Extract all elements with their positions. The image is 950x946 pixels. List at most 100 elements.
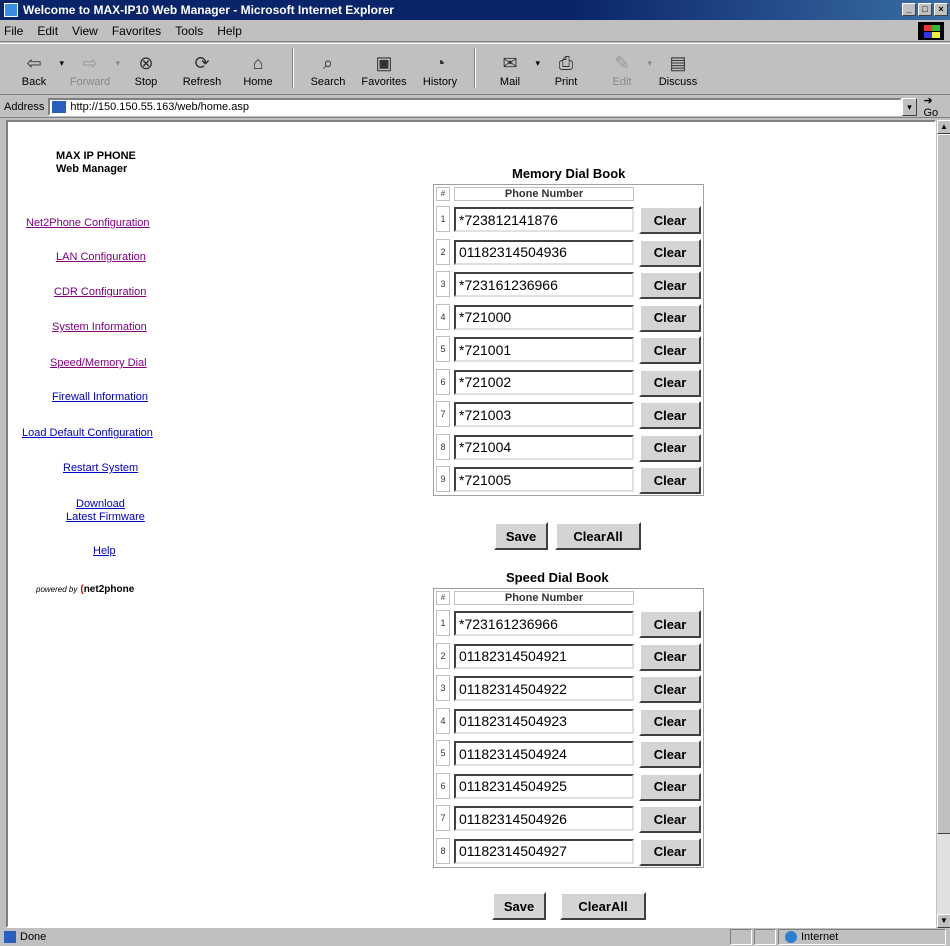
stop-icon: ⊗ [138, 53, 154, 73]
nav-link-net2phone-configuration[interactable]: Net2Phone Configuration [26, 217, 150, 229]
phone-number-input[interactable] [454, 708, 634, 734]
scrollbar-thumb[interactable] [937, 134, 950, 834]
clear-button[interactable]: Clear [639, 336, 701, 364]
clear-button[interactable]: Clear [639, 805, 701, 833]
phone-number-input[interactable] [454, 611, 634, 636]
phone-number-input[interactable] [454, 369, 634, 395]
table-header: # Phone Number [434, 185, 703, 203]
clear-button[interactable]: Clear [639, 707, 701, 736]
phone-number-input[interactable] [454, 304, 634, 330]
clear-button[interactable]: Clear [639, 837, 701, 866]
row-index: 3 [436, 271, 450, 297]
menu-favorites[interactable]: Favorites [112, 24, 161, 38]
window-title: Welcome to MAX-IP10 Web Manager - Micros… [23, 3, 394, 17]
memory-save-button[interactable]: Save [494, 522, 548, 550]
nav-link-latest-firmware[interactable]: Latest Firmware [66, 511, 145, 523]
scroll-down-icon[interactable]: ▼ [937, 914, 950, 928]
phone-number-input[interactable] [454, 643, 634, 669]
clear-button[interactable]: Clear [639, 206, 701, 234]
phone-number-input[interactable] [454, 272, 634, 297]
clear-button[interactable]: Clear [639, 401, 701, 429]
title-bar: Welcome to MAX-IP10 Web Manager - Micros… [0, 0, 950, 20]
nav-link-system-information[interactable]: System Information [52, 321, 147, 333]
row-index: 5 [436, 740, 450, 766]
discuss-button[interactable]: ▤ Discuss [650, 44, 706, 92]
phone-number-input[interactable] [454, 207, 634, 232]
phone-number-input[interactable] [454, 806, 634, 831]
speed-clearall-button[interactable]: ClearAll [560, 892, 646, 920]
clear-button[interactable]: Clear [639, 303, 701, 332]
memory-clearall-button[interactable]: ClearAll [555, 522, 641, 550]
clear-button[interactable]: Clear [639, 466, 701, 494]
table-row: 9 Clear [434, 463, 703, 495]
phone-number-input[interactable] [454, 773, 634, 799]
brand: MAX IP PHONE Web Manager [56, 150, 136, 176]
clear-button[interactable]: Clear [639, 740, 701, 768]
nav-link-restart-system[interactable]: Restart System [63, 462, 138, 474]
address-dropdown-button[interactable]: ▾ [901, 97, 918, 116]
address-bar: Address http://150.150.55.163/web/home.a… [0, 94, 950, 119]
menu-view[interactable]: View [72, 24, 98, 38]
nav-link-cdr-configuration[interactable]: CDR Configuration [54, 286, 146, 298]
clear-button[interactable]: Clear [639, 610, 701, 638]
clear-button[interactable]: Clear [639, 368, 701, 397]
zone-text: Internet [801, 931, 839, 943]
nav-link-download[interactable]: Download [76, 498, 125, 510]
toolbar-divider [474, 48, 476, 88]
search-button[interactable]: ⌕ Search [300, 44, 356, 92]
phone-number-input[interactable] [454, 467, 634, 492]
scroll-up-icon[interactable]: ▲ [937, 120, 950, 134]
forward-button[interactable]: ⇨ Forward ▾ [62, 44, 120, 92]
vertical-scrollbar[interactable]: ▲ ▼ [936, 120, 950, 928]
speed-save-button[interactable]: Save [492, 892, 546, 920]
minimize-icon[interactable]: _ [902, 3, 916, 16]
address-label: Address [4, 100, 45, 113]
address-input[interactable]: http://150.150.55.163/web/home.asp [48, 97, 902, 116]
stop-button[interactable]: ⊗ Stop [118, 44, 174, 92]
mail-button[interactable]: ✉ Mail ▾ [482, 44, 540, 92]
close-icon[interactable]: × [934, 3, 948, 16]
index-header: # [436, 187, 450, 201]
phone-number-input[interactable] [454, 741, 634, 766]
go-button[interactable]: ➜ Go [923, 94, 950, 119]
menu-help[interactable]: Help [217, 24, 242, 38]
print-button[interactable]: ⎙ Print [538, 44, 594, 92]
net2phone-logo: (net2phone [80, 584, 135, 595]
nav-link-lan-configuration[interactable]: LAN Configuration [56, 251, 146, 263]
phone-number-input[interactable] [454, 838, 634, 864]
row-index: 7 [436, 805, 450, 831]
menu-edit[interactable]: Edit [37, 24, 58, 38]
status-bar: Done Internet [0, 928, 950, 946]
phone-number-input[interactable] [454, 337, 634, 362]
history-button[interactable]: ◔ History [412, 44, 468, 92]
home-button[interactable]: ⌂ Home [230, 44, 286, 92]
clear-button[interactable]: Clear [639, 238, 701, 267]
phone-number-input[interactable] [454, 434, 634, 460]
nav-link-firewall-information[interactable]: Firewall Information [52, 391, 148, 403]
phone-number-input[interactable] [454, 676, 634, 701]
clear-button[interactable]: Clear [639, 675, 701, 703]
memory-dial-book-title: Memory Dial Book [512, 166, 626, 181]
table-row: 6 Clear [434, 770, 703, 802]
clear-button[interactable]: Clear [639, 433, 701, 462]
nav-link-help[interactable]: Help [93, 545, 116, 557]
table-row: 3 Clear [434, 268, 703, 300]
edit-button[interactable]: ✎ Edit ▾ [594, 44, 652, 92]
clear-button[interactable]: Clear [639, 271, 701, 299]
speed-dial-book-title: Speed Dial Book [506, 570, 609, 585]
brand-line1: MAX IP PHONE [56, 150, 136, 162]
clear-button[interactable]: Clear [639, 642, 701, 671]
back-arrow-icon: ⇦ [26, 53, 42, 73]
back-button[interactable]: ⇦ Back ▾ [6, 44, 64, 92]
menu-tools[interactable]: Tools [175, 24, 203, 38]
favorites-button[interactable]: ▣ Favorites [356, 44, 412, 92]
phone-number-input[interactable] [454, 402, 634, 427]
maximize-icon[interactable]: □ [918, 3, 932, 16]
refresh-button[interactable]: ⟳ Refresh [174, 44, 230, 92]
phone-number-input[interactable] [454, 239, 634, 265]
clear-button[interactable]: Clear [639, 772, 701, 801]
menu-file[interactable]: File [4, 24, 23, 38]
nav-link-speed-memory-dial[interactable]: Speed/Memory Dial [50, 357, 147, 369]
windows-logo-icon [918, 22, 944, 40]
nav-link-load-default-configuration[interactable]: Load Default Configuration [22, 427, 153, 439]
